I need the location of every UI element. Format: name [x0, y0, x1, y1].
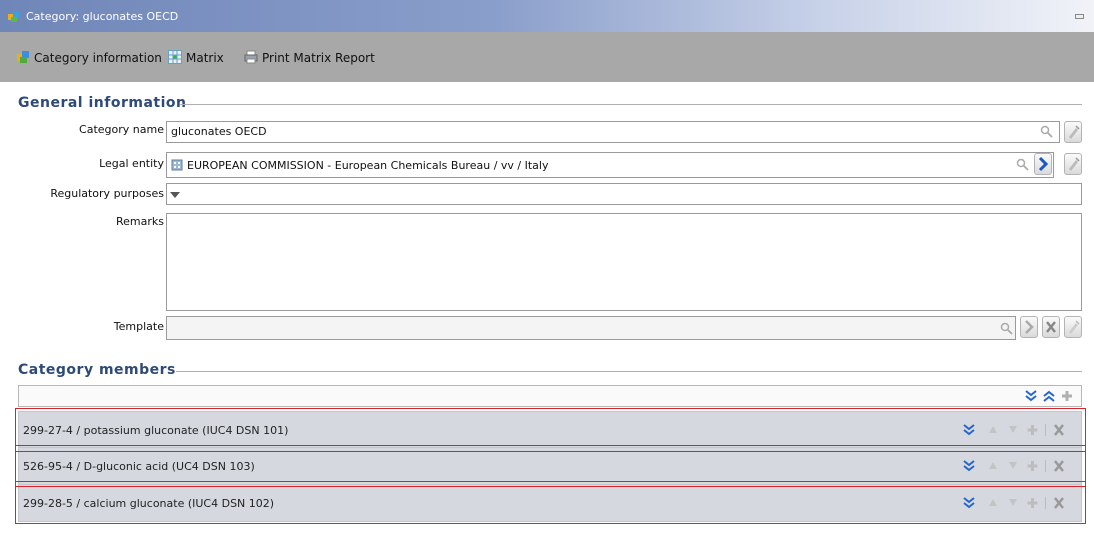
regulatory-purposes-label: Regulatory purposes: [50, 187, 164, 200]
open-template-button[interactable]: [1020, 316, 1038, 338]
edit-icon: [1069, 157, 1080, 171]
legal-entity-label: Legal entity: [99, 157, 164, 170]
category-information-button[interactable]: Category information: [16, 50, 162, 66]
collapse-all-icon[interactable]: [1043, 390, 1055, 402]
building-icon: [171, 159, 183, 171]
members-header-bar: [18, 385, 1082, 407]
edit-icon: [1069, 125, 1080, 139]
highlight-box: [15, 481, 1086, 524]
legal-entity-field[interactable]: EUROPEAN COMMISSION - European Chemicals…: [166, 152, 1054, 178]
matrix-button[interactable]: Matrix: [168, 50, 224, 66]
clear-template-button[interactable]: [1042, 316, 1060, 338]
window-titlebar: Category: gluconates OECD: [0, 0, 1094, 32]
category-members-heading: Category members: [18, 362, 176, 378]
category-icon: [8, 12, 19, 22]
section-divider: [176, 371, 1082, 372]
minimize-button[interactable]: [1075, 14, 1084, 19]
toolbar: Category information Matrix Print Matrix…: [0, 32, 1094, 82]
edit-category-name-button[interactable]: [1064, 121, 1082, 143]
category-icon: [17, 51, 29, 63]
arrow-right-icon: [1038, 156, 1049, 172]
edit-template-button[interactable]: [1064, 316, 1082, 338]
open-legal-entity-button[interactable]: [1034, 153, 1052, 175]
search-icon[interactable]: [1040, 125, 1054, 139]
legal-entity-value: EUROPEAN COMMISSION - European Chemicals…: [187, 159, 549, 172]
matrix-icon: [168, 50, 182, 64]
dropdown-arrow-icon: [170, 192, 180, 198]
remarks-label: Remarks: [116, 215, 164, 228]
print-matrix-report-label: Print Matrix Report: [262, 51, 375, 65]
search-icon[interactable]: [1000, 322, 1014, 336]
section-divider: [180, 104, 1082, 105]
print-matrix-report-button[interactable]: Print Matrix Report: [244, 50, 375, 66]
delete-icon: [1046, 321, 1056, 333]
template-field[interactable]: [166, 316, 1016, 340]
category-information-label: Category information: [34, 51, 162, 65]
template-label: Template: [113, 320, 164, 333]
expand-all-icon[interactable]: [1025, 390, 1037, 402]
category-name-label: Category name: [79, 123, 164, 136]
category-name-field[interactable]: gluconates OECD: [166, 121, 1060, 143]
matrix-label: Matrix: [186, 51, 224, 65]
arrow-right-icon: [1025, 320, 1034, 334]
edit-icon: [1069, 320, 1080, 334]
remarks-textarea[interactable]: [166, 213, 1082, 311]
edit-legal-entity-button[interactable]: [1064, 153, 1082, 175]
printer-icon: [244, 50, 258, 64]
add-icon[interactable]: [1061, 390, 1073, 402]
window-title: Category: gluconates OECD: [26, 10, 179, 23]
regulatory-purposes-dropdown[interactable]: [166, 183, 1082, 205]
general-information-heading: General information: [18, 95, 187, 111]
search-icon[interactable]: [1016, 158, 1030, 172]
